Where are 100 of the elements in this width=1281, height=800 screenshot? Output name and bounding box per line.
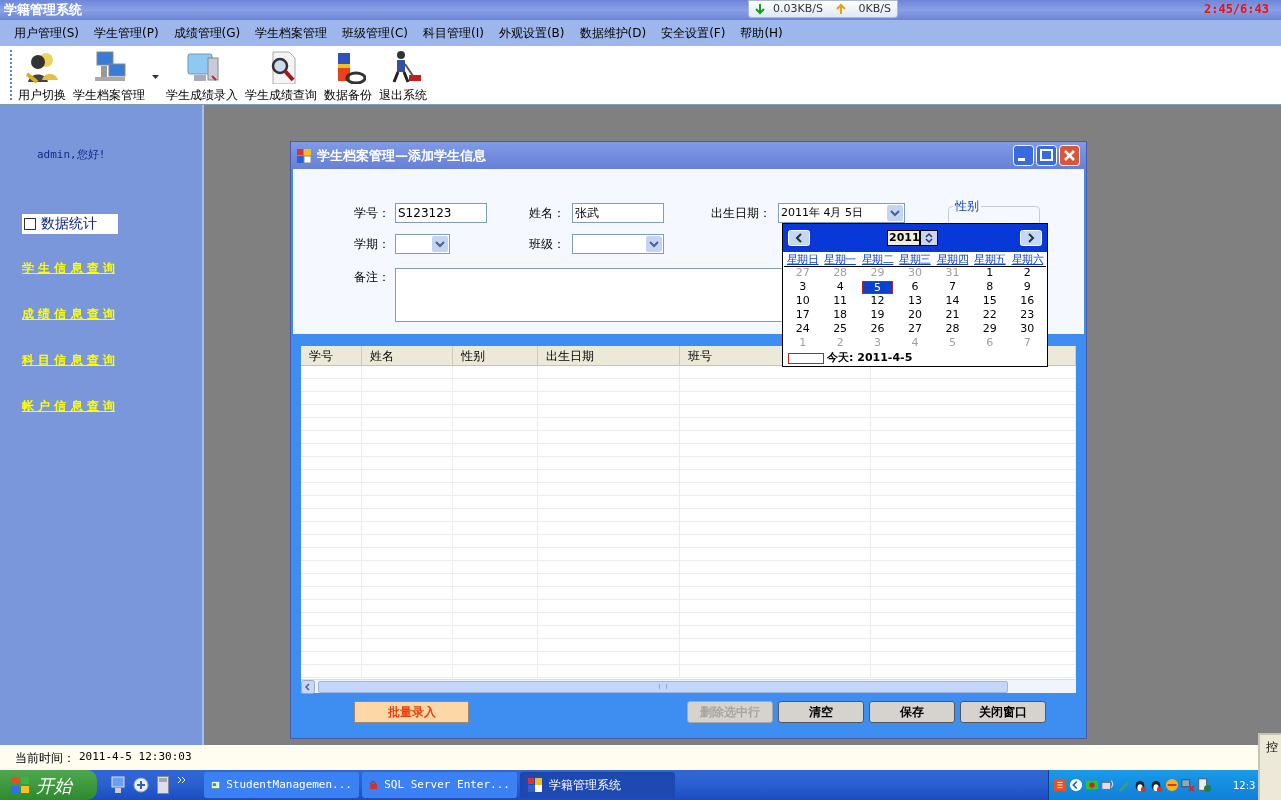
taskbar-button[interactable]: StudentManagemen... (204, 772, 359, 798)
year-field[interactable]: 2011 (887, 230, 920, 246)
weekday-label[interactable]: 星期二 (858, 252, 897, 267)
column-header[interactable]: 学号 (301, 346, 363, 365)
computer-icon[interactable] (111, 776, 125, 794)
column-header[interactable]: 出生日期 (538, 346, 680, 365)
previous-month-icon[interactable] (788, 230, 810, 246)
download-arrow-icon (755, 3, 765, 15)
windows-flag-icon (10, 776, 30, 794)
calendar-day[interactable]: 13 (896, 295, 934, 309)
users-icon (24, 50, 60, 84)
calendar-day[interactable]: 1 (971, 267, 1009, 281)
calendar-day[interactable]: 22 (971, 309, 1009, 323)
calendar-day[interactable]: 4 (821, 281, 859, 295)
calendar-day[interactable]: 12 (858, 295, 897, 309)
calendar-day[interactable]: 27 (896, 323, 934, 337)
taskbar-button[interactable]: 学籍管理系统 (520, 772, 675, 798)
toolbar-button[interactable]: 学生档案管理 (71, 50, 147, 104)
maximize-icon[interactable] (1036, 145, 1057, 166)
stats-checkbox[interactable]: 数据统计 (22, 213, 118, 234)
toolbar-button[interactable]: 用户切换 (16, 50, 68, 104)
menu-item[interactable]: 学生管理(P) (88, 24, 165, 42)
calendar-day[interactable]: 15 (971, 295, 1009, 309)
calendar-day[interactable]: 11 (821, 295, 859, 309)
menu-item[interactable]: 科目管理(I) (417, 24, 490, 42)
calendar-day[interactable]: 29 (971, 323, 1009, 337)
calendar-day[interactable]: 26 (858, 323, 897, 337)
calendar-day[interactable]: 8 (971, 281, 1009, 295)
calendar-day[interactable]: 28 (933, 323, 972, 337)
minimize-icon[interactable] (1013, 145, 1034, 166)
disconnected-network-icon[interactable] (1181, 778, 1195, 792)
toolbar-button[interactable]: 学生成绩录入 (164, 50, 240, 104)
action-button[interactable]: 保存 (869, 701, 955, 723)
taskbar-button[interactable]: SQL Server Enter... (362, 772, 517, 798)
penguin-icon[interactable] (1149, 778, 1163, 792)
toolbar-button[interactable]: 数据备份 (322, 50, 374, 104)
date-picker[interactable]: 2011年 4月 5日 (778, 203, 905, 223)
menu-item[interactable]: 数据维护(D) (573, 24, 653, 42)
menu-item[interactable]: 安全设置(F) (655, 24, 732, 42)
square-icon[interactable] (1053, 778, 1067, 792)
dialog-title: 学生档案管理—添加学生信息 (317, 146, 486, 165)
calendar-day[interactable]: 2 (1008, 267, 1046, 281)
calendar-day[interactable]: 3 (784, 281, 822, 295)
weekday-label[interactable]: 星期六 (1008, 252, 1046, 267)
text-field[interactable]: S123123 (395, 203, 487, 223)
menu-item[interactable]: 帮助(H) (734, 24, 789, 42)
menu-item[interactable]: 班级管理(C) (336, 24, 414, 42)
calendar-day[interactable]: 30 (1008, 323, 1046, 337)
calendar-day[interactable]: 17 (784, 309, 822, 323)
next-month-icon[interactable] (1020, 230, 1042, 246)
calendar-day[interactable]: 23 (1008, 309, 1046, 323)
toolbar-button[interactable]: 学生成绩查询 (243, 50, 319, 104)
weekday-label[interactable]: 星期日 (784, 252, 822, 267)
upload-speed: 0KB/S (858, 0, 891, 17)
calendar-day[interactable]: 9 (1008, 281, 1046, 295)
close-icon[interactable] (1059, 145, 1080, 166)
action-button[interactable]: 清空 (778, 701, 864, 723)
dropdown-caret-icon[interactable] (152, 75, 159, 79)
download-speed: 0.03KB/S (773, 0, 824, 17)
browser-icon[interactable] (133, 777, 149, 793)
menu-item[interactable]: 用户管理(S) (8, 24, 85, 42)
calendar-day[interactable]: 14 (933, 295, 972, 309)
calendar-day[interactable]: 24 (784, 323, 822, 337)
chevron-icon[interactable] (177, 776, 187, 784)
scrollbar-thumb[interactable] (318, 680, 1008, 693)
text-field[interactable]: 张武 (572, 203, 664, 223)
weekday-label[interactable]: 星期五 (971, 252, 1009, 267)
calculator-icon[interactable] (157, 776, 169, 794)
today-marker (788, 353, 824, 364)
menu-item[interactable]: 成绩管理(G) (167, 24, 247, 42)
group-label: 性别 (953, 197, 981, 215)
weekday-label[interactable]: 星期一 (821, 252, 859, 267)
penguin-icon[interactable] (1133, 778, 1147, 792)
spinner-icon[interactable] (920, 230, 938, 246)
column-header[interactable]: 性别 (453, 346, 539, 365)
calendar-day[interactable]: 21 (933, 309, 972, 323)
calendar-day[interactable]: 25 (821, 323, 859, 337)
dropdown-field[interactable] (395, 234, 450, 254)
horizontal-scrollbar[interactable] (301, 679, 1076, 693)
column-header[interactable]: 姓名 (362, 346, 454, 365)
status-time: 2011-4-5 12:30:03 (79, 749, 192, 766)
toolbar-button[interactable]: 退出系统 (377, 50, 429, 104)
calendar-day[interactable]: 7 (933, 281, 972, 295)
menu-item[interactable]: 外观设置(B) (492, 24, 571, 42)
weekday-label[interactable]: 星期四 (933, 252, 972, 267)
network-icon[interactable] (1101, 778, 1115, 792)
calendar-day[interactable]: 5 (861, 281, 894, 294)
calendar-day[interactable]: 20 (896, 309, 934, 323)
dropdown-field[interactable] (572, 234, 664, 254)
calendar-day[interactable]: 18 (821, 309, 859, 323)
start-button[interactable]: 开始 (0, 770, 97, 800)
dropdown-caret-icon (887, 205, 903, 221)
weekday-label[interactable]: 星期三 (896, 252, 934, 267)
document-play-icon[interactable] (1197, 778, 1211, 792)
calendar-day[interactable]: 6 (896, 281, 934, 295)
action-button[interactable]: 关闭窗口 (960, 701, 1046, 723)
calendar-day[interactable]: 16 (1008, 295, 1046, 309)
menu-item[interactable]: 学生档案管理 (249, 24, 334, 42)
calendar-day[interactable]: 10 (784, 295, 822, 309)
calendar-day[interactable]: 19 (858, 309, 897, 323)
